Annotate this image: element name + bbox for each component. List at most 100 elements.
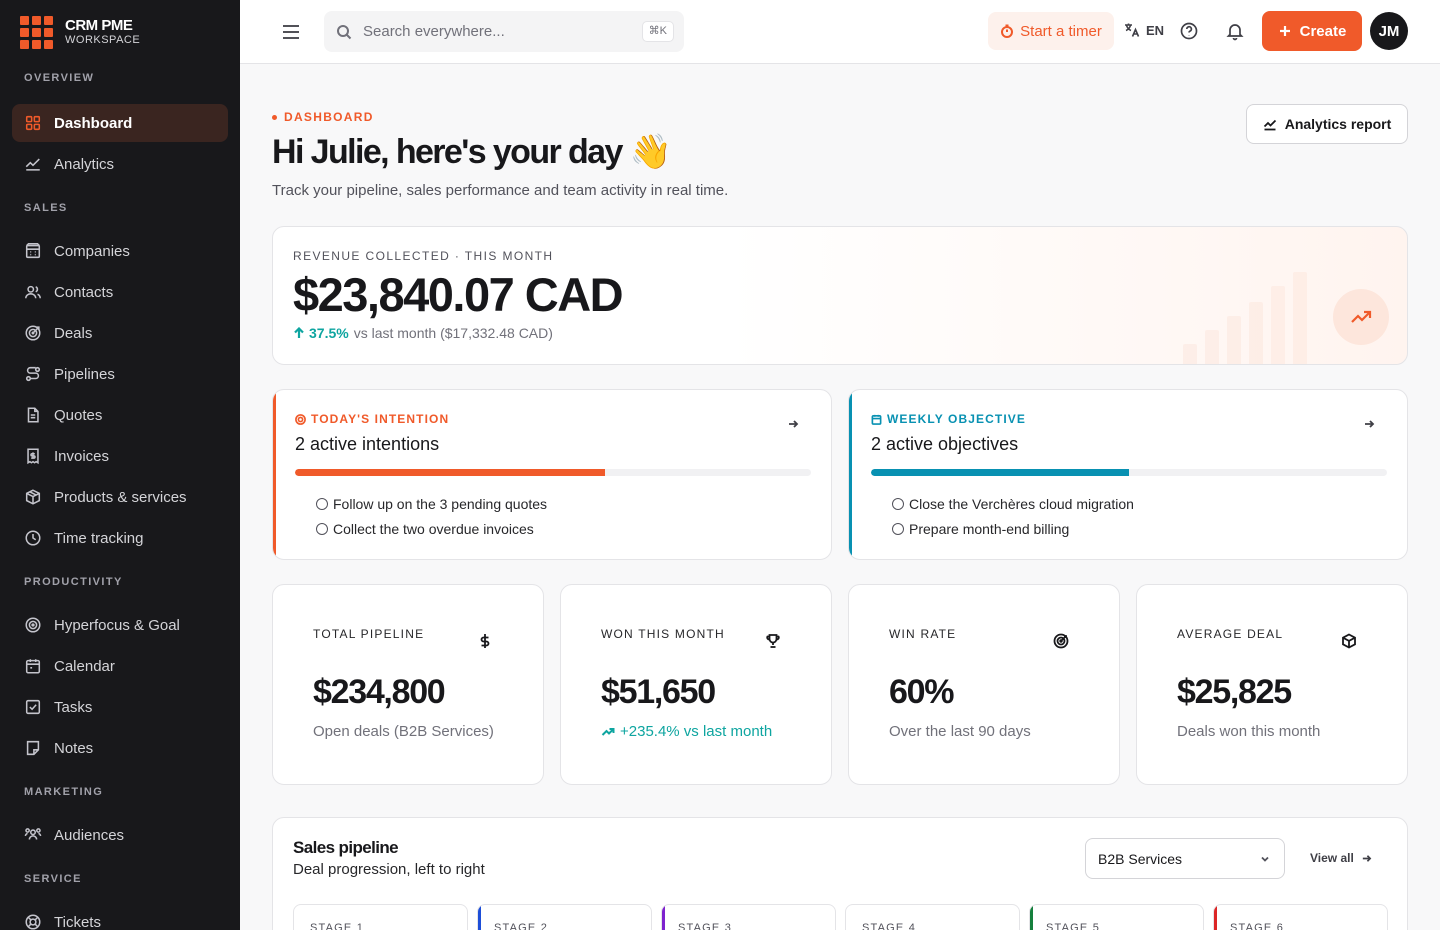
sidebar-item-products-services[interactable]: Products & services — [12, 478, 228, 516]
menu-icon[interactable] — [280, 22, 302, 42]
circle-checkbox-icon[interactable] — [316, 522, 328, 535]
weekly-objective-card[interactable]: WEEKLY OBJECTIVE 2 active objectives Clo… — [848, 389, 1408, 560]
kpi-win-rate[interactable]: WIN RATE 60% Over the last 90 days — [848, 584, 1120, 785]
arrow-right-icon[interactable] — [1363, 418, 1375, 430]
sidebar-item-contacts[interactable]: Contacts — [12, 273, 228, 311]
progress-fill — [295, 469, 605, 476]
pipeline-stage[interactable]: STAGE 5 — [1029, 904, 1204, 930]
trophy-icon — [766, 634, 780, 648]
sidebar-item-analytics[interactable]: Analytics — [12, 145, 228, 183]
sidebar-item-time-tracking[interactable]: Time tracking — [12, 519, 228, 557]
avatar[interactable]: JM — [1370, 12, 1408, 50]
target-icon — [1053, 633, 1069, 649]
pipeline-stage[interactable]: STAGE 4 — [845, 904, 1020, 930]
sidebar-section-sales: SALES — [24, 202, 68, 214]
eyebrow-label: DASHBOARD — [284, 110, 374, 124]
objective-list: Close the Verchères cloud migration Prepa… — [892, 491, 1134, 541]
pipeline-stage[interactable]: STAGE 6 — [1213, 904, 1388, 930]
kpi-label: WIN RATE — [889, 627, 957, 641]
start-timer-button[interactable]: Start a timer — [988, 12, 1114, 50]
circle-checkbox-icon[interactable] — [892, 522, 904, 535]
sales-pipeline-card: Sales pipeline Deal progression, left to… — [272, 817, 1408, 930]
arrow-up-icon — [294, 327, 304, 338]
page-title: Hi Julie, here's your day 👋 — [272, 133, 672, 171]
sidebar-item-pipelines[interactable]: Pipelines — [12, 355, 228, 393]
target-icon — [295, 413, 306, 425]
help-icon[interactable] — [1179, 21, 1199, 41]
list-item[interactable]: Close the Verchères cloud migration — [892, 491, 1134, 516]
view-all-link[interactable]: View all — [1310, 851, 1372, 865]
list-item[interactable]: Follow up on the 3 pending quotes — [316, 491, 547, 516]
sidebar-item-quotes[interactable]: Quotes — [12, 396, 228, 434]
pipeline-subtitle: Deal progression, left to right — [293, 861, 485, 878]
list-item[interactable]: Collect the two overdue invoices — [316, 516, 547, 541]
create-button[interactable]: Create — [1262, 11, 1362, 51]
pipeline-stage[interactable]: STAGE 3 — [661, 904, 836, 930]
trending-up-badge — [1333, 289, 1389, 345]
sidebar-item-companies[interactable]: Companies — [12, 232, 228, 270]
kpi-subtext: Over the last 90 days — [889, 723, 1031, 740]
translate-icon — [1125, 23, 1140, 37]
stage-label: STAGE 1 — [310, 922, 365, 930]
revenue-delta: 37.5% vs last month ($17,332.48 CAD) — [293, 325, 553, 341]
shortcut-hint: ⌘K — [641, 21, 674, 42]
sidebar-section-marketing: MARKETING — [24, 786, 104, 798]
stage-label: STAGE 6 — [1230, 922, 1285, 930]
search-bar[interactable]: ⌘K — [324, 11, 684, 52]
analytics-report-button[interactable]: Analytics report — [1246, 104, 1408, 144]
progress-fill — [871, 469, 1129, 476]
brand[interactable]: CRM PME WORKSPACE — [0, 0, 240, 64]
sidebar-item-deals[interactable]: Deals — [12, 314, 228, 352]
card-count: 2 active objectives — [871, 434, 1019, 454]
brand-subtitle: WORKSPACE — [65, 33, 141, 46]
stage-label: STAGE 4 — [862, 922, 917, 930]
arrow-right-icon[interactable] — [787, 418, 799, 430]
pipeline-select[interactable]: B2B Services — [1085, 838, 1285, 879]
sidebar-item-label: Contacts — [54, 283, 114, 301]
sidebar-item-label: Companies — [54, 242, 130, 260]
note-icon — [26, 740, 40, 756]
kpi-total-pipeline[interactable]: TOTAL PIPELINE $234,800 Open deals (B2B … — [272, 584, 544, 785]
todays-intention-card[interactable]: TODAY'S INTENTION 2 active intentions Fo… — [272, 389, 832, 560]
sidebar-item-label: Analytics — [54, 155, 115, 173]
pipeline-stage[interactable]: STAGE 1 — [293, 904, 468, 930]
sidebar-item-invoices[interactable]: Invoices — [12, 437, 228, 475]
route-icon — [25, 366, 41, 382]
sidebar-item-label: Time tracking — [54, 529, 144, 547]
lifebuoy-icon — [25, 914, 41, 930]
pipeline-select-value: B2B Services — [1098, 850, 1183, 867]
sidebar-item-hyperfocus-goal[interactable]: Hyperfocus & Goal — [12, 606, 228, 644]
circle-checkbox-icon[interactable] — [892, 497, 904, 510]
sidebar-item-tickets[interactable]: Tickets — [12, 903, 228, 930]
sidebar-item-notes[interactable]: Notes — [12, 729, 228, 767]
trending-up-icon — [601, 727, 615, 736]
bell-icon[interactable] — [1225, 21, 1245, 41]
sidebar-item-label: Audiences — [54, 826, 125, 844]
sidebar-item-dashboard[interactable]: Dashboard — [12, 104, 228, 142]
sidebar-item-tasks[interactable]: Tasks — [12, 688, 228, 726]
pipeline-stage[interactable]: STAGE 2 — [477, 904, 652, 930]
arrow-right-icon — [1362, 854, 1372, 862]
sidebar-item-label: Products & services — [54, 488, 187, 506]
language-switcher[interactable]: EN — [1124, 22, 1164, 38]
card-label: TODAY'S INTENTION — [295, 412, 449, 426]
sidebar-item-audiences[interactable]: Audiences — [12, 816, 228, 854]
search-input[interactable] — [363, 23, 623, 40]
kpi-average-deal[interactable]: AVERAGE DEAL $25,825 Deals won this mont… — [1136, 584, 1408, 785]
sidebar-item-label: Quotes — [54, 406, 103, 424]
sidebar-item-calendar[interactable]: Calendar — [12, 647, 228, 685]
stopwatch-icon — [1001, 24, 1014, 38]
stage-accent — [294, 905, 297, 930]
card-accent — [273, 390, 276, 559]
sidebar-item-label: Calendar — [54, 657, 115, 675]
progress-bar — [295, 469, 811, 476]
progress-bar — [871, 469, 1387, 476]
revenue-label: REVENUE COLLECTED · THIS MONTH — [293, 249, 554, 263]
kpi-subtext: Open deals (B2B Services) — [313, 723, 494, 740]
circle-checkbox-icon[interactable] — [316, 497, 328, 510]
kpi-won-this-month[interactable]: WON THIS MONTH $51,650 +235.4% vs last m… — [560, 584, 832, 785]
kpi-value: $234,800 — [313, 673, 446, 711]
sidebar: CRM PME WORKSPACE OVERVIEW Dashboard Ana… — [0, 0, 240, 930]
list-item[interactable]: Prepare month-end billing — [892, 516, 1134, 541]
kpi-label: TOTAL PIPELINE — [313, 627, 425, 641]
